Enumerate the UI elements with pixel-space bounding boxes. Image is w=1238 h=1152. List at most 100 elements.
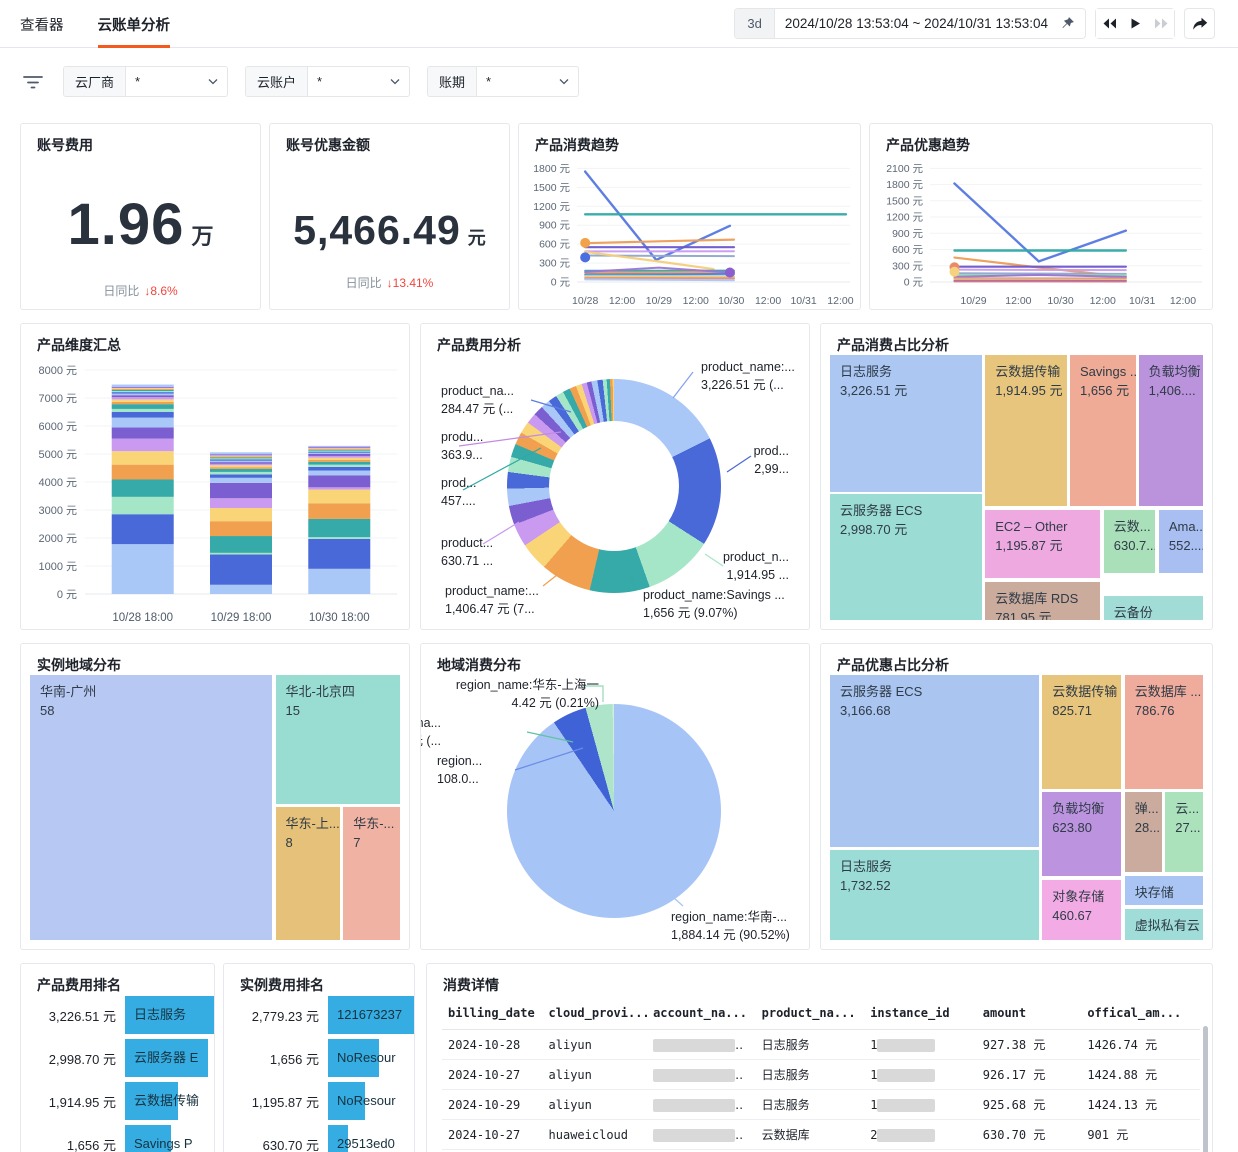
table-row[interactable]: 2024-10-29 aliyun ‥ 日志服务 1 925.68 元 1424.13 元 (442, 1089, 1200, 1120)
stack-segment[interactable] (111, 417, 174, 428)
stack-segment[interactable] (111, 388, 174, 390)
stack-segment[interactable] (111, 438, 174, 452)
treemap-tile[interactable]: 负载均衡 623.80 (1041, 791, 1123, 877)
stack-segment[interactable] (308, 452, 371, 454)
stack-segment[interactable] (210, 552, 272, 555)
stack-segment[interactable] (111, 408, 174, 412)
product-cost-donut-chart[interactable]: product_name:... 3,226.51 元 (... prod... 2,… (421, 324, 809, 629)
stack-segment[interactable] (308, 461, 371, 465)
treemap-tile[interactable]: 云数据传输 825.71 (1041, 674, 1123, 790)
column-header[interactable]: billing_date (442, 998, 543, 1030)
treemap-tile[interactable]: 云... 27... (1164, 791, 1204, 874)
treemap-tile[interactable]: Ama... 552.... (1157, 508, 1204, 574)
column-header[interactable]: product_na... (755, 998, 865, 1030)
stack-segment[interactable] (308, 537, 371, 539)
tab-cloud-bill-analysis[interactable]: 云账单分析 (97, 0, 170, 48)
stack-segment[interactable] (210, 536, 272, 553)
trend-line[interactable] (953, 272, 1127, 275)
pin-icon[interactable] (1058, 9, 1085, 38)
column-header[interactable]: offical_am... (1081, 998, 1200, 1030)
play-button[interactable] (1122, 9, 1148, 38)
stack-segment[interactable] (308, 466, 371, 471)
stack-segment[interactable] (210, 454, 272, 456)
stack-segment[interactable] (111, 427, 174, 439)
stack-segment[interactable] (111, 514, 174, 545)
stack-segment[interactable] (111, 401, 174, 405)
stack-segment[interactable] (210, 454, 272, 456)
table-row[interactable]: 2024-10-27 huaweicloud ‥ 云数据库 2 630.70 元 901 元 (442, 1119, 1200, 1150)
stack-segment[interactable] (308, 518, 371, 538)
data-point[interactable] (580, 252, 591, 263)
product-consume-trend-chart[interactable]: 0 元 300 元 600 元 900 元 1200 元 1500 元 1800 元 10/2… (521, 156, 858, 307)
dropdown-billing-period[interactable]: 账期 * (427, 66, 580, 97)
product-discount-trend-chart[interactable]: 0 元 300 元 600 元 900 元 1200 元 1500 元 1800 元 2100… (872, 156, 1210, 307)
treemap-tile[interactable]: 日志服务 1,732.52 (829, 849, 1040, 941)
stack-segment[interactable] (308, 487, 371, 490)
treemap-tile[interactable]: 云数据库 ... 786.76 (1123, 674, 1204, 790)
treemap-tile[interactable]: 云备份 (1102, 595, 1204, 621)
column-header[interactable]: instance_id (864, 998, 977, 1030)
product-discount-treemap[interactable]: 云服务器 ECS 3,166.68 日志服务 1,732.52 云数据传输 825.71 云… (829, 674, 1204, 941)
instance-region-treemap[interactable]: 华南-广州 58 华北-北京四 15 华东-上... 8 华东-... 7 (29, 674, 401, 941)
dropdown-cloud-vendor[interactable]: 云厂商 * (63, 66, 229, 97)
ranking-row[interactable]: 1,656 元 NoResour (230, 1039, 414, 1077)
stack-segment[interactable] (111, 397, 174, 400)
stack-segment[interactable] (111, 393, 174, 396)
stack-segment[interactable] (111, 544, 174, 594)
stack-segment[interactable] (111, 395, 174, 398)
stack-segment[interactable] (308, 451, 371, 453)
treemap-tile[interactable]: 华东-... 7 (342, 806, 401, 941)
column-header[interactable]: account_na... (647, 998, 756, 1030)
stack-segment[interactable] (210, 521, 272, 537)
treemap-tile[interactable]: 对象存储 460.67 (1041, 878, 1123, 941)
stack-segment[interactable] (111, 391, 174, 393)
trend-line[interactable] (584, 238, 736, 245)
stack-segment[interactable] (308, 447, 371, 449)
ranking-row[interactable]: 1,195.87 元 NoResour (230, 1082, 414, 1120)
stack-segment[interactable] (210, 459, 272, 461)
treemap-tile[interactable]: 块存储 (1123, 875, 1204, 907)
stack-segment[interactable] (308, 457, 371, 460)
treemap-tile[interactable]: 云服务器 ECS 2,998.70 元 (829, 493, 984, 621)
step-forward-button[interactable] (1148, 9, 1174, 38)
treemap-tile[interactable]: 云数据库 RDS 781.95 元 (984, 580, 1102, 621)
stack-segment[interactable] (210, 452, 272, 455)
stack-segment[interactable] (308, 489, 371, 504)
treemap-tile[interactable]: 云数... 630.7... (1102, 508, 1157, 574)
trend-line[interactable] (584, 278, 735, 282)
data-point[interactable] (580, 237, 591, 248)
stack-segment[interactable] (308, 475, 371, 488)
stack-segment[interactable] (111, 464, 174, 480)
treemap-tile[interactable]: 华南-广州 58 (29, 674, 274, 941)
stack-segment[interactable] (111, 399, 174, 402)
stack-segment[interactable] (308, 449, 371, 451)
stack-segment[interactable] (308, 538, 371, 569)
treemap-tile[interactable]: 云数据传输 1,914.95 元 (984, 354, 1068, 507)
stack-segment[interactable] (210, 456, 272, 458)
tab-viewer[interactable]: 查看器 (20, 0, 64, 48)
stack-segment[interactable] (308, 448, 371, 450)
ranking-row[interactable]: 2,998.70 元 云服务器 E (27, 1039, 214, 1077)
treemap-tile[interactable]: 云服务器 ECS 3,166.68 (829, 674, 1040, 849)
stack-segment[interactable] (111, 388, 174, 389)
treemap-tile[interactable]: 弹... 28... (1123, 791, 1163, 874)
stack-segment[interactable] (308, 503, 371, 519)
step-back-button[interactable] (1096, 9, 1122, 38)
dropdown-cloud-account[interactable]: 云账户 * (245, 66, 411, 97)
data-point[interactable] (949, 266, 960, 277)
stack-segment[interactable] (308, 445, 371, 447)
stack-segment[interactable] (210, 462, 272, 464)
column-header[interactable]: amount (976, 998, 1082, 1030)
treemap-tile[interactable]: 负载均衡 1,406.... (1137, 354, 1204, 507)
stack-segment[interactable] (111, 404, 174, 409)
stack-segment[interactable] (210, 463, 272, 466)
stack-segment[interactable] (210, 465, 272, 468)
stack-segment[interactable] (210, 457, 272, 459)
stack-segment[interactable] (111, 479, 174, 497)
trend-line[interactable] (584, 272, 735, 276)
column-header[interactable]: cloud_provi... (542, 998, 648, 1030)
stack-segment[interactable] (210, 477, 272, 483)
stack-segment[interactable] (210, 468, 272, 472)
table-scrollbar[interactable] (1203, 1026, 1208, 1152)
share-button[interactable] (1184, 8, 1215, 39)
